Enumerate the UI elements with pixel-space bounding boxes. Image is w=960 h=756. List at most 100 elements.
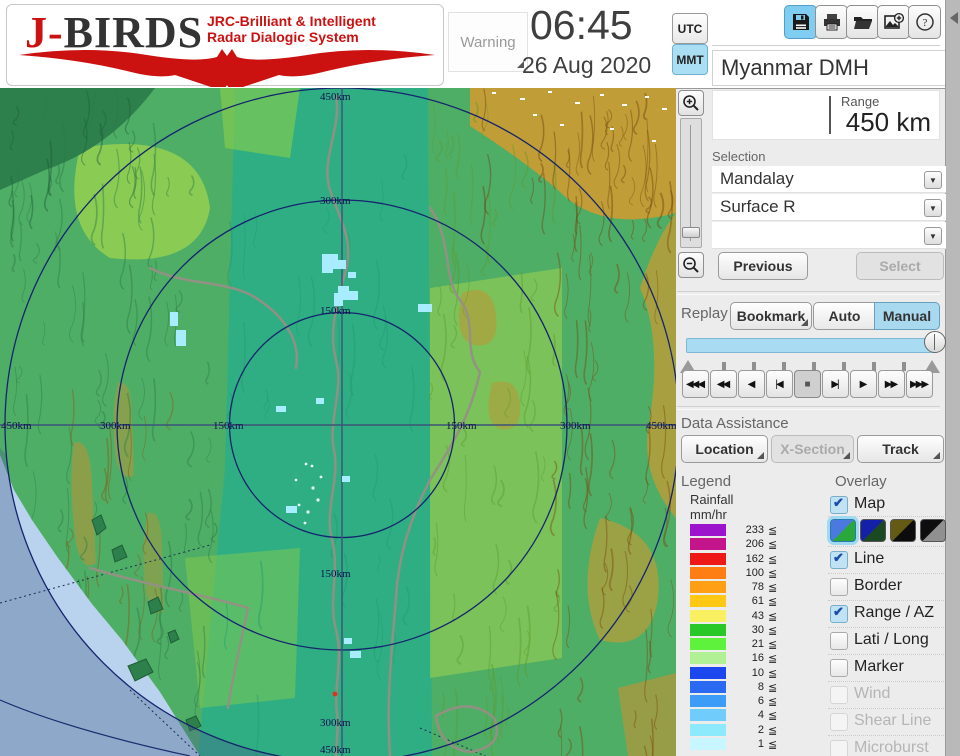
previous-button[interactable]: Previous	[718, 252, 808, 280]
ring-label: 300km	[100, 420, 131, 432]
capture-image-button[interactable]	[877, 5, 910, 39]
play-button[interactable]: ▶	[850, 370, 877, 398]
legend-swatch	[690, 538, 726, 550]
step-back-button[interactable]: |◀	[766, 370, 793, 398]
legend-swatch	[690, 567, 726, 579]
overlay-shear-line-checkbox[interactable]: Shear Line	[828, 708, 944, 735]
zoom-slider-handle[interactable]	[682, 227, 700, 238]
map-style-row	[828, 516, 946, 544]
overlay-border-checkbox[interactable]: Border	[828, 573, 944, 600]
save-button[interactable]	[784, 5, 817, 39]
rewind-fast-button[interactable]: ◀◀◀	[682, 370, 709, 398]
legend-swatch	[690, 652, 726, 664]
step-forward-button[interactable]: ▶|	[822, 370, 849, 398]
legend-value: 233	[745, 524, 764, 536]
overlay-range-az-checkbox[interactable]: Range / AZ	[828, 600, 944, 627]
checkbox[interactable]	[830, 495, 848, 514]
image-add-icon	[883, 12, 904, 29]
checkbox[interactable]	[830, 740, 848, 756]
overlay-map-checkbox[interactable]: Map	[828, 492, 944, 518]
track-button[interactable]: Track	[857, 435, 944, 463]
location-button[interactable]: Location	[681, 435, 768, 463]
forward-fast-button[interactable]: ▶▶▶	[906, 370, 933, 398]
overlay-wind-checkbox[interactable]: Wind	[828, 681, 944, 708]
extra-dropdown[interactable]: ▼	[712, 222, 946, 249]
legend-value: 16	[751, 652, 764, 664]
bookmark-button[interactable]: Bookmark	[730, 302, 812, 330]
checkbox[interactable]	[830, 713, 848, 731]
chevron-down-icon[interactable]: ▼	[924, 199, 942, 217]
lte-symbol: ≦	[768, 625, 778, 637]
collapse-arrow-icon[interactable]	[950, 12, 958, 24]
chevron-down-icon[interactable]: ▼	[924, 227, 942, 245]
legend-swatch	[690, 667, 726, 679]
select-button[interactable]: Select	[856, 252, 944, 280]
data-assistance-label: Data Assistance	[681, 415, 789, 432]
map-style-swatch-3[interactable]	[890, 519, 916, 542]
warning-button[interactable]: Warning	[448, 12, 528, 72]
overlay-line-checkbox[interactable]: Line	[828, 546, 944, 573]
replay-label: Replay	[681, 305, 728, 322]
lte-symbol: ≦	[768, 696, 778, 708]
play-reverse-button[interactable]: ◀	[738, 370, 765, 398]
replay-slider-handle[interactable]	[924, 331, 946, 353]
legend-swatch	[690, 709, 726, 721]
checkbox[interactable]	[830, 659, 848, 677]
panel-collapse-strip[interactable]	[945, 0, 960, 756]
overlay-lati-long-checkbox[interactable]: Lati / Long	[828, 627, 944, 654]
map-style-swatch-1[interactable]	[830, 519, 856, 542]
radar-map-canvas: 450km 300km 150km 150km 300km 450km 450k…	[0, 87, 680, 756]
zoom-out-button[interactable]	[678, 252, 704, 278]
open-folder-button[interactable]	[846, 5, 879, 39]
print-button[interactable]	[815, 5, 848, 39]
checkbox[interactable]	[830, 550, 848, 569]
product-dropdown[interactable]: Surface R ▼	[712, 194, 946, 221]
product-dropdown-value: Surface R	[720, 197, 796, 216]
radar-map[interactable]: 450km 300km 150km 150km 300km 450km 450k…	[0, 87, 680, 756]
zoom-slider-track[interactable]	[680, 118, 702, 248]
rewind-button[interactable]: ◀◀	[710, 370, 737, 398]
overlay-item-label: Marker	[854, 658, 904, 675]
selection-label: Selection	[712, 149, 766, 164]
map-style-swatch-4[interactable]	[920, 519, 946, 542]
mmt-button[interactable]: MMT	[672, 44, 708, 75]
legend-unit: mm/hr	[690, 507, 727, 522]
utc-button[interactable]: UTC	[672, 13, 708, 44]
zoom-in-button[interactable]	[678, 90, 704, 116]
overlay-item-label: Microburst	[854, 739, 929, 756]
legend-swatch	[690, 624, 726, 636]
stop-button[interactable]: ■	[794, 370, 821, 398]
chevron-down-icon[interactable]: ▼	[924, 171, 942, 189]
overlay-item-label: Border	[854, 577, 903, 594]
legend-swatch	[690, 681, 726, 693]
lte-symbol: ≦	[768, 611, 778, 623]
map-style-swatch-2[interactable]	[860, 519, 886, 542]
range-divider	[829, 96, 831, 134]
overlay-marker-checkbox[interactable]: Marker	[828, 654, 944, 681]
help-button[interactable]: ?	[908, 5, 941, 39]
playback-controls: ◀◀◀ ◀◀ ◀ |◀ ■ ▶| ▶ ▶▶ ▶▶▶	[682, 370, 940, 398]
eagle-icon	[19, 49, 435, 87]
checkbox[interactable]	[830, 632, 848, 650]
header: J-BIRDS JRC-Brilliant & Intelligent Rada…	[0, 0, 948, 89]
auto-button[interactable]: Auto	[813, 302, 876, 330]
ring-label: 450km	[646, 420, 676, 432]
xsection-button[interactable]: X-Section	[771, 435, 854, 463]
legend-swatch	[690, 524, 726, 536]
checkbox[interactable]	[830, 686, 848, 704]
site-dropdown[interactable]: Mandalay ▼	[712, 166, 946, 193]
separator	[677, 291, 940, 295]
checkbox[interactable]	[830, 604, 848, 623]
legend-swatch	[690, 724, 726, 736]
legend-value: 1	[757, 738, 764, 750]
separator	[677, 406, 940, 410]
checkbox[interactable]	[830, 578, 848, 596]
forward-button[interactable]: ▶▶	[878, 370, 905, 398]
replay-slider-track[interactable]	[686, 338, 938, 353]
lte-symbol: ≦	[768, 639, 778, 651]
range-box: Range 450 km	[712, 90, 940, 140]
overlay-microburst-checkbox[interactable]: Microburst	[828, 735, 944, 756]
ring-label: 300km	[320, 195, 351, 207]
manual-button[interactable]: Manual	[874, 302, 940, 330]
range-value: 450 km	[845, 107, 931, 137]
